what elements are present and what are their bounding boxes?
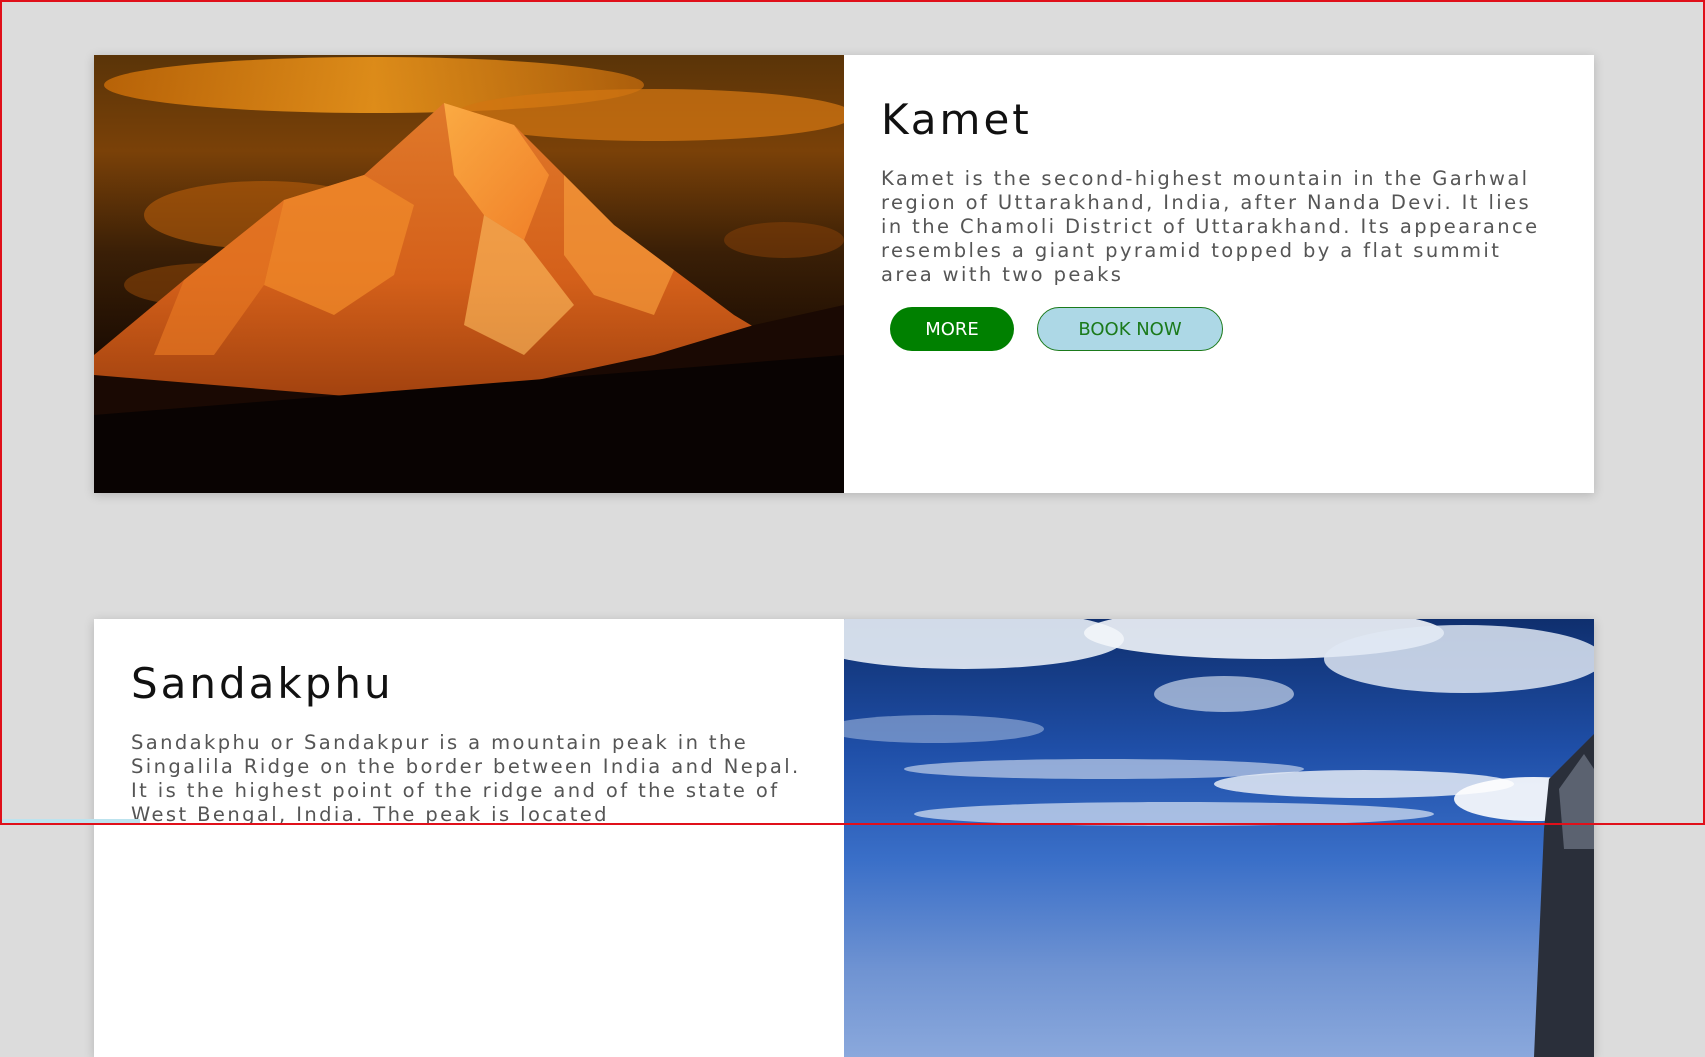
sandakphu-sky-image <box>844 619 1594 1057</box>
card-description: Sandakphu or Sandakpur is a mountain pea… <box>131 731 801 827</box>
sandakphu-photo <box>844 619 1594 1057</box>
kamet-mountain-image <box>94 57 844 493</box>
book-now-button[interactable]: BOOK NOW <box>1037 307 1223 352</box>
destination-card-sandakphu: Sandakphu Sandakphu or Sandakpur is a mo… <box>94 619 1594 1057</box>
more-button[interactable]: MORE <box>890 307 1014 352</box>
kamet-photo <box>94 55 844 493</box>
horizontal-scrollbar[interactable] <box>0 819 140 823</box>
card-description: Kamet is the second-highest mountain in … <box>881 167 1540 287</box>
card-title: Sandakphu <box>131 659 394 708</box>
destination-card-kamet: Kamet Kamet is the second-highest mounta… <box>94 55 1594 493</box>
sandakphu-details: Sandakphu Sandakphu or Sandakpur is a mo… <box>94 619 844 1057</box>
kamet-details: Kamet Kamet is the second-highest mounta… <box>844 55 1594 493</box>
card-title: Kamet <box>881 95 1032 144</box>
card-actions: MORE BOOK NOW <box>881 307 1558 352</box>
